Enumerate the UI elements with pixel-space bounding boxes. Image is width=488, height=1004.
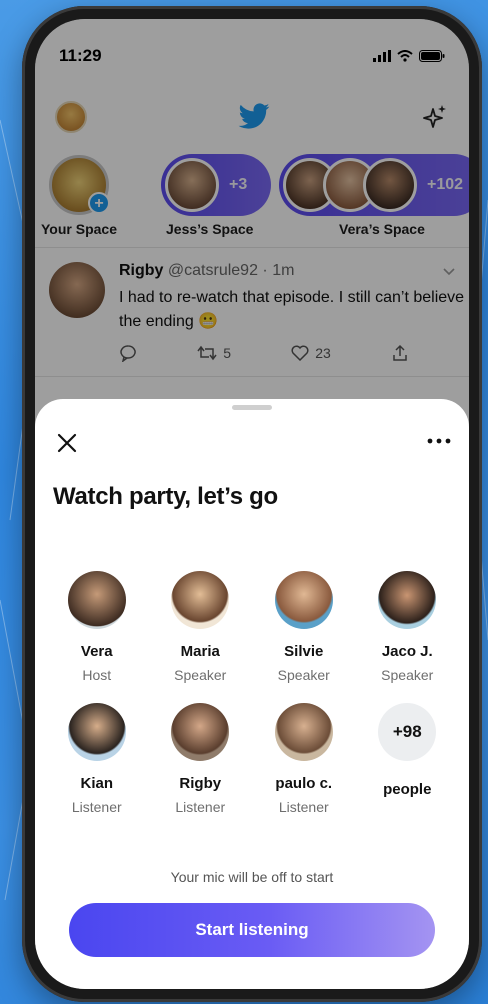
close-icon[interactable] [53,429,81,457]
phone-screen: 11:29 + Your Space +3 Jess’s Space +102 … [35,19,469,989]
more-label: people [383,781,432,798]
participant[interactable]: Vera Host [45,571,149,683]
sheet-drag-handle[interactable] [232,405,272,410]
participant[interactable]: Silvie Speaker [252,571,356,683]
participant-name: paulo c. [275,775,333,792]
avatar [67,571,126,629]
participant-name: Vera [80,643,113,660]
participant-role: Host [82,667,112,683]
avatar [274,703,333,761]
participant-role: Listener [71,799,122,815]
participant-role: Speaker [381,667,434,683]
participant-role: Speaker [174,667,227,683]
participant-name: Maria [180,643,220,660]
participant-name: Rigby [179,775,222,792]
participant-role: Listener [175,799,226,815]
more-options-icon[interactable] [425,431,453,451]
avatar [171,571,230,629]
participant[interactable]: paulo c. Listener [252,703,356,815]
mic-note: Your mic will be off to start [170,869,334,885]
space-bottom-sheet: Watch party, let’s go Vera Host Maria Sp… [35,399,469,989]
participants-grid: Vera Host Maria Speaker Silvie Speaker J… [45,571,459,815]
avatar [67,703,126,761]
start-listening-button[interactable]: Start listening [69,903,435,957]
participant-role: Listener [278,799,329,815]
more-count-badge: +98 [378,703,437,761]
participant-name: Jaco J. [381,643,433,660]
participant-role: Speaker [277,667,330,683]
avatar [171,703,230,761]
more-participants[interactable]: +98 people [356,703,460,815]
participant-name: Silvie [284,643,324,660]
space-title: Watch party, let’s go [53,483,278,510]
participant[interactable]: Kian Listener [45,703,149,815]
participant[interactable]: Rigby Listener [149,703,253,815]
phone-frame: 11:29 + Your Space +3 Jess’s Space +102 … [22,6,482,1002]
avatar [274,571,333,629]
participant-name: Kian [80,775,113,792]
participant[interactable]: Jaco J. Speaker [356,571,460,683]
avatar [378,571,437,629]
participant[interactable]: Maria Speaker [149,571,253,683]
